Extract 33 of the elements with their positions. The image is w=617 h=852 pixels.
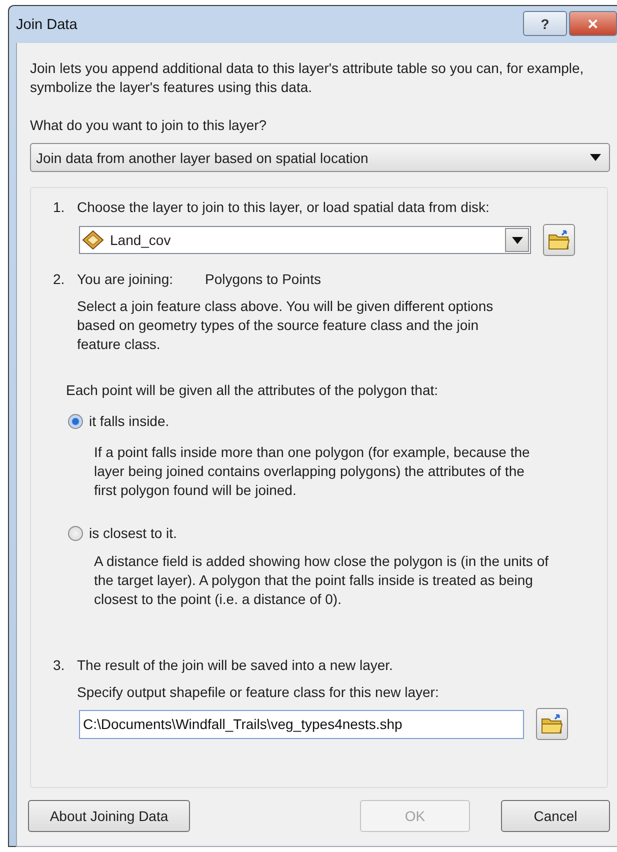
step-label: You are joining:	[77, 270, 174, 289]
step-text: The result of the join will be saved into a new layer.	[77, 656, 393, 675]
output-path-field[interactable]: C:\Documents\Windfall_Trails\veg_types4nests.shp	[79, 710, 524, 738]
dropdown-arrow-button[interactable]	[505, 228, 529, 252]
caret-icon	[512, 236, 522, 244]
caret-icon	[590, 154, 601, 161]
layer-dropdown[interactable]: Land_cov	[79, 226, 531, 254]
cancel-button[interactable]: Cancel	[501, 800, 610, 832]
join-question: What do you want to join to this layer?	[30, 116, 268, 135]
about-button[interactable]: About Joining Data	[28, 800, 190, 832]
join-type-dropdown[interactable]: Join data from another layer based on spatial location	[30, 143, 610, 172]
step-prompt: Specify output shapefile or feature class for this new layer:	[77, 683, 440, 702]
folder-icon	[540, 713, 564, 735]
radio-option[interactable]: is closest to it.	[68, 524, 607, 543]
step-description: Select a join feature class above. You will be given different options based on geometry types of the source feature class and the join feature class.	[77, 297, 494, 354]
option-description: A distance field is added showing how close the polygon is (in the units of the target layer). A polygon that the point falls inside is treated as being closest to the point (i.e. a distance of 0).	[94, 552, 549, 609]
help-button[interactable]: ?	[523, 11, 567, 36]
layer-icon	[82, 230, 104, 250]
browse-button[interactable]	[543, 224, 575, 256]
join-kind-text: Polygons to Points	[205, 270, 321, 289]
folder-icon	[547, 229, 571, 251]
option-description: If a point falls inside more than one polygon (for example, because the layer being joined contains overlapping polygons) the attributes of the first polygon found will be joined.	[94, 443, 531, 500]
options-prompt: Each point will be given all the attributes of the polygon that:	[66, 381, 440, 400]
intro-text: Join lets you append additional data to this layer's attribute table so you can, for example, symbolize the layer's features using this data.	[30, 59, 585, 97]
step-number: 3.	[53, 656, 66, 675]
window-title: Join Data	[16, 16, 78, 32]
radio-button[interactable]	[68, 526, 83, 541]
radio-button[interactable]	[68, 414, 83, 429]
step-number: 1.	[53, 198, 66, 217]
radio-option[interactable]: it falls inside.	[68, 412, 607, 431]
browse-button[interactable]	[536, 708, 568, 740]
step-text: Choose the layer to join to this layer, or load spatial data from disk:	[77, 198, 490, 217]
step-number: 2.	[53, 270, 66, 289]
